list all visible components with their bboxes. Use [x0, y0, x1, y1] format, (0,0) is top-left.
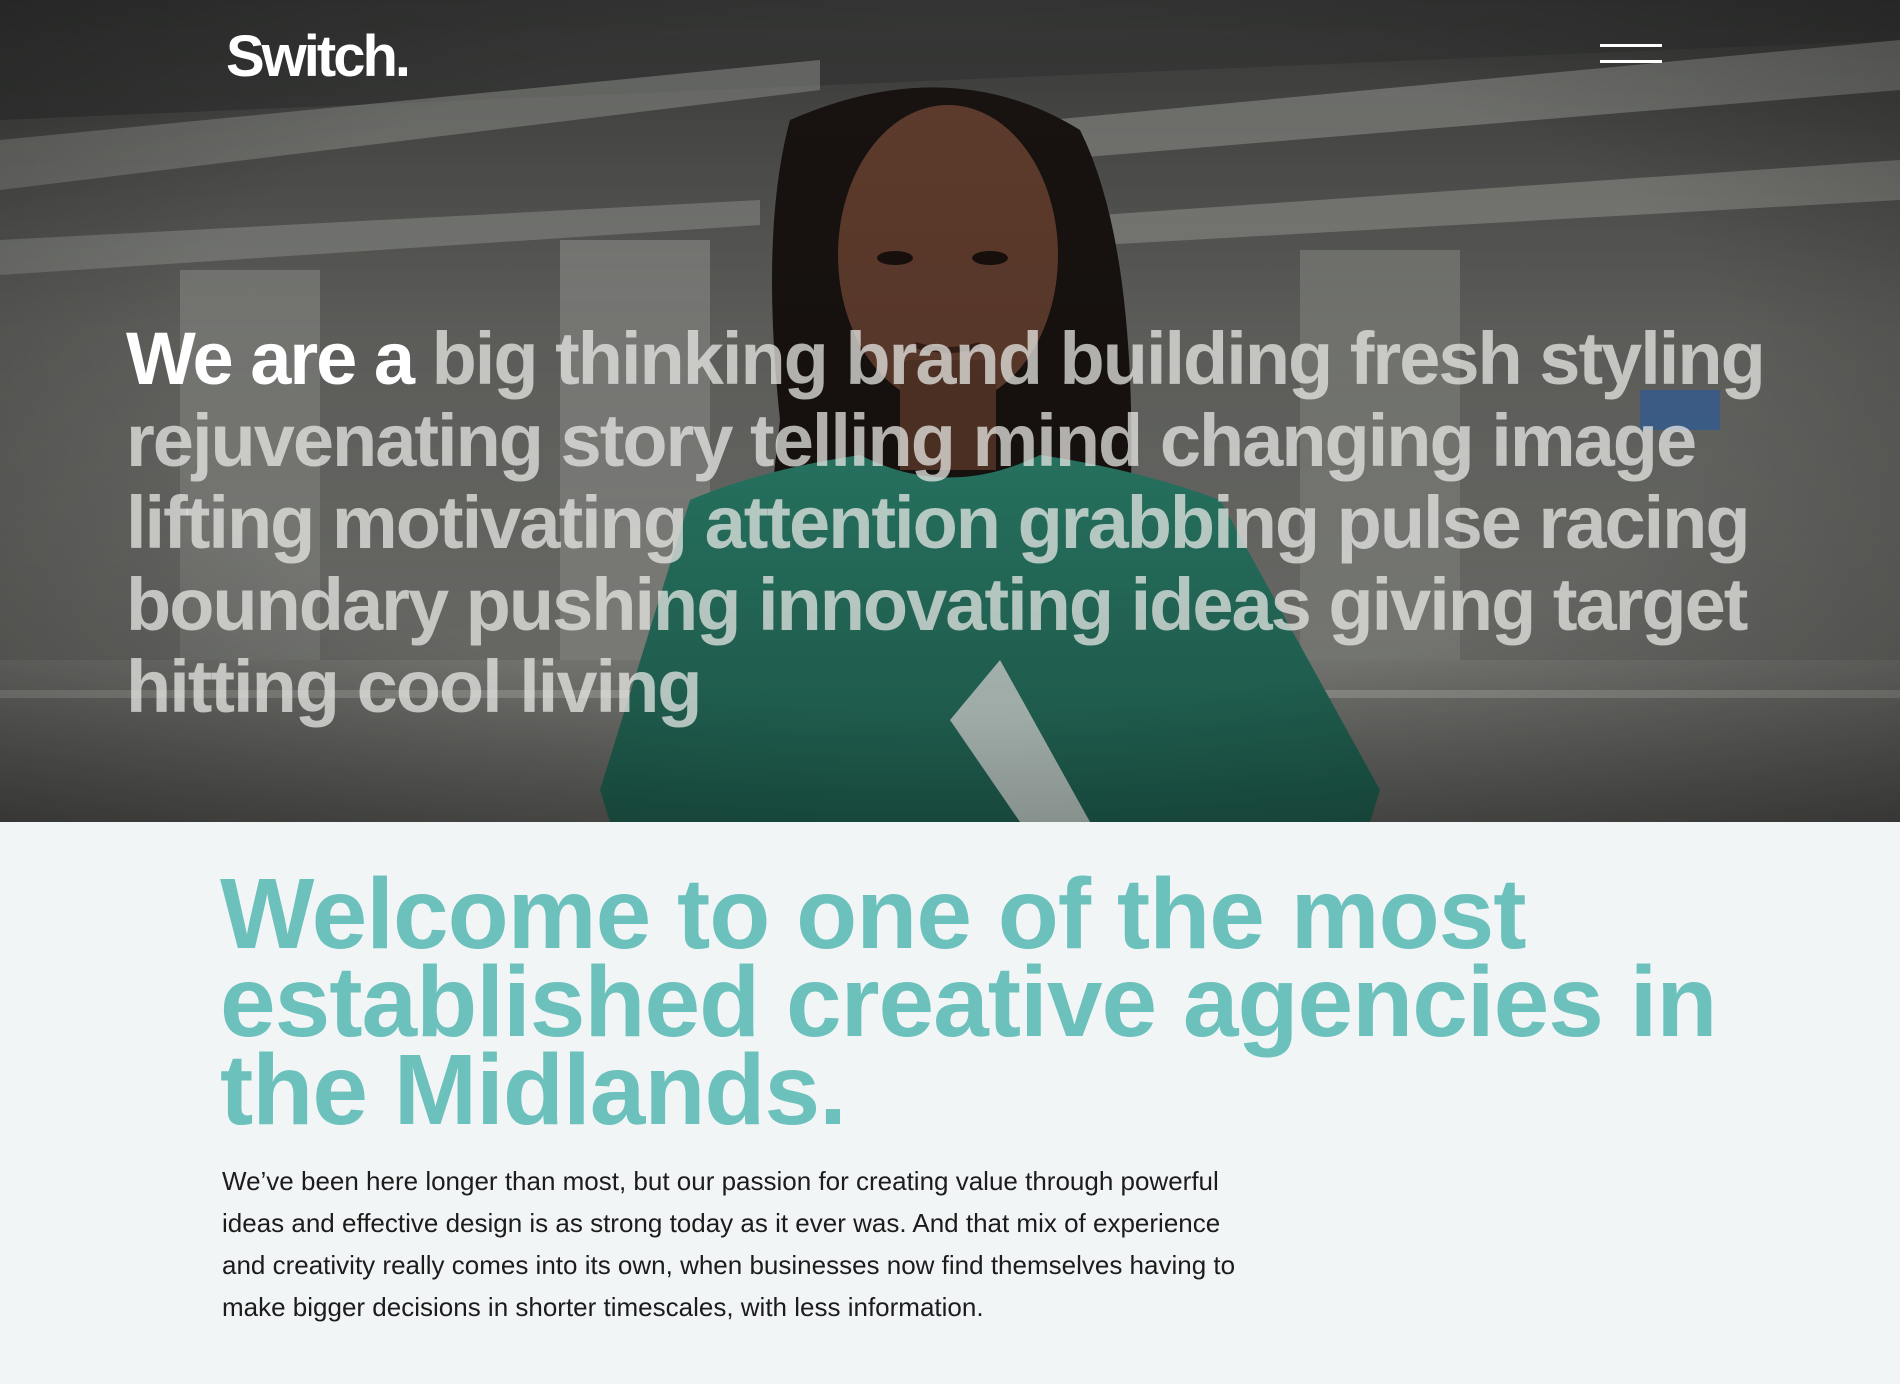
welcome-section: Welcome to one of the most established c… [0, 822, 1900, 1384]
hero-tagline: We are a big thinking brand building fre… [126, 318, 1806, 728]
switch-logo[interactable]: Switch. [226, 24, 411, 90]
menu-bar-top [1600, 44, 1662, 47]
tagline-lead: We are a [126, 317, 415, 400]
menu-bar-bottom [1600, 60, 1662, 63]
welcome-paragraph: We’ve been here longer than most, but ou… [222, 1166, 1236, 1322]
hamburger-menu-icon[interactable] [1600, 42, 1662, 66]
welcome-heading: Welcome to one of the most established c… [220, 858, 1718, 1146]
hero-section: Switch. We are a big thinking brand buil… [0, 0, 1900, 822]
